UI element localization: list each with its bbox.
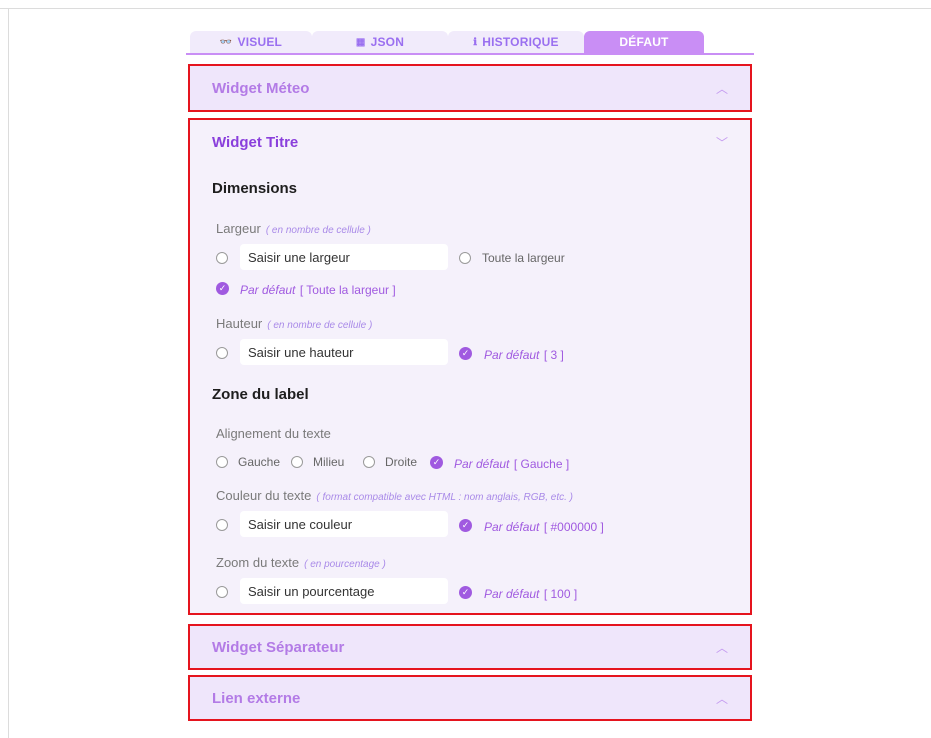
frame-left-border xyxy=(8,8,9,738)
color-label-row: Couleur du texte ( format compatible avec… xyxy=(216,487,573,505)
section-widget-meteo: Widget Méteo ︿ xyxy=(188,64,752,112)
hauteur-label: Hauteur xyxy=(216,316,263,331)
check-circle-icon[interactable]: ✓ xyxy=(430,456,443,469)
check-circle-icon[interactable]: ✓ xyxy=(459,519,472,532)
hauteur-hint: ( en nombre de cellule ) xyxy=(267,320,373,331)
largeur-label-row: Largeur ( en nombre de cellule ) xyxy=(216,220,371,238)
section-header-titre[interactable]: Widget Titre ﹀ xyxy=(190,120,750,164)
color-input[interactable]: Saisir une couleur xyxy=(240,511,448,537)
default-value: [ Toute la largeur ] xyxy=(299,283,396,297)
section-header-meteo[interactable]: Widget Méteo ︿ xyxy=(190,66,750,110)
color-hint: ( format compatible avec HTML : nom angl… xyxy=(316,492,573,503)
default-value: [ #000000 ] xyxy=(543,520,604,534)
align-label: Alignement du texte xyxy=(216,426,331,441)
section-title: Widget Séparateur xyxy=(212,638,345,656)
largeur-full-radio[interactable] xyxy=(459,252,471,264)
section-header-lien[interactable]: Lien externe ︿ xyxy=(190,677,750,719)
chevron-up-icon[interactable]: ︿ xyxy=(716,80,728,97)
default-label: Par défaut xyxy=(454,457,510,471)
hauteur-custom-radio[interactable] xyxy=(216,347,228,359)
section-lien-externe: Lien externe ︿ xyxy=(188,675,752,721)
align-center-radio[interactable] xyxy=(291,456,303,468)
tab-visuel-label: VISUEL xyxy=(237,35,283,49)
frame-top-border xyxy=(0,8,931,9)
largeur-default: Par défaut [ Toute la largeur ] xyxy=(240,281,396,299)
tab-json-label: JSON xyxy=(370,35,405,49)
check-circle-icon[interactable]: ✓ xyxy=(459,586,472,599)
tab-historique-label: HISTORIQUE xyxy=(482,35,559,49)
section-widget-separateur: Widget Séparateur ︿ xyxy=(188,624,752,670)
glasses-icon: 👓 xyxy=(219,36,233,48)
zoom-input[interactable]: Saisir un pourcentage xyxy=(240,578,448,604)
section-widget-titre: Widget Titre ﹀ Dimensions Largeur ( en no… xyxy=(188,118,752,615)
zone-label-heading: Zone du label xyxy=(212,386,309,403)
default-label: Par défaut xyxy=(484,587,540,601)
tab-defaut[interactable]: DÉFAUT xyxy=(584,31,704,53)
align-center-label: Milieu xyxy=(313,455,345,469)
table-icon: ▦ xyxy=(355,36,366,48)
align-left-radio[interactable] xyxy=(216,456,228,468)
section-title: Widget Méteo xyxy=(212,79,310,97)
hauteur-input[interactable]: Saisir une hauteur xyxy=(240,339,448,365)
largeur-custom-radio[interactable] xyxy=(216,252,228,264)
default-value: [ Gauche ] xyxy=(513,457,570,471)
largeur-label: Largeur xyxy=(216,221,261,236)
default-label: Par défaut xyxy=(240,283,296,297)
default-value: [ 3 ] xyxy=(543,348,564,362)
chevron-down-icon[interactable]: ﹀ xyxy=(716,134,728,151)
section-header-separateur[interactable]: Widget Séparateur ︿ xyxy=(190,626,750,668)
largeur-full-label: Toute la largeur xyxy=(482,251,565,265)
chevron-up-icon[interactable]: ︿ xyxy=(716,690,728,707)
color-default: Par défaut [ #000000 ] xyxy=(484,518,604,536)
tab-visuel[interactable]: 👓 VISUEL xyxy=(190,31,312,53)
largeur-input[interactable]: Saisir une largeur xyxy=(240,244,448,270)
hauteur-label-row: Hauteur ( en nombre de cellule ) xyxy=(216,315,372,333)
check-circle-icon[interactable]: ✓ xyxy=(216,282,229,295)
section-title: Lien externe xyxy=(212,689,301,707)
info-icon: ℹ xyxy=(473,36,478,48)
largeur-hint: ( en nombre de cellule ) xyxy=(265,225,371,236)
zoom-default: Par défaut [ 100 ] xyxy=(484,585,577,603)
chevron-up-icon[interactable]: ︿ xyxy=(716,639,728,656)
tab-json[interactable]: ▦ JSON xyxy=(312,31,448,53)
zoom-label-row: Zoom du texte ( en pourcentage ) xyxy=(216,554,386,572)
align-default: Par défaut [ Gauche ] xyxy=(454,455,569,473)
zoom-label: Zoom du texte xyxy=(216,555,300,570)
dimensions-heading: Dimensions xyxy=(212,180,298,197)
check-circle-icon[interactable]: ✓ xyxy=(459,347,472,360)
tab-historique[interactable]: ℹ HISTORIQUE xyxy=(448,31,584,53)
default-value: [ 100 ] xyxy=(543,587,578,601)
tab-bar: 👓 VISUEL ▦ JSON ℹ HISTORIQUE DÉFAUT xyxy=(186,31,754,55)
default-label: Par défaut xyxy=(484,520,540,534)
default-label: Par défaut xyxy=(484,348,540,362)
hauteur-default: Par défaut [ 3 ] xyxy=(484,346,564,364)
color-custom-radio[interactable] xyxy=(216,519,228,531)
color-label: Couleur du texte xyxy=(216,488,312,503)
tab-defaut-label: DÉFAUT xyxy=(619,35,669,49)
align-left-label: Gauche xyxy=(238,455,281,469)
zoom-hint: ( en pourcentage ) xyxy=(304,559,386,570)
zoom-custom-radio[interactable] xyxy=(216,586,228,598)
align-right-radio[interactable] xyxy=(363,456,375,468)
section-title: Widget Titre xyxy=(212,133,299,151)
align-right-label: Droite xyxy=(385,455,418,469)
